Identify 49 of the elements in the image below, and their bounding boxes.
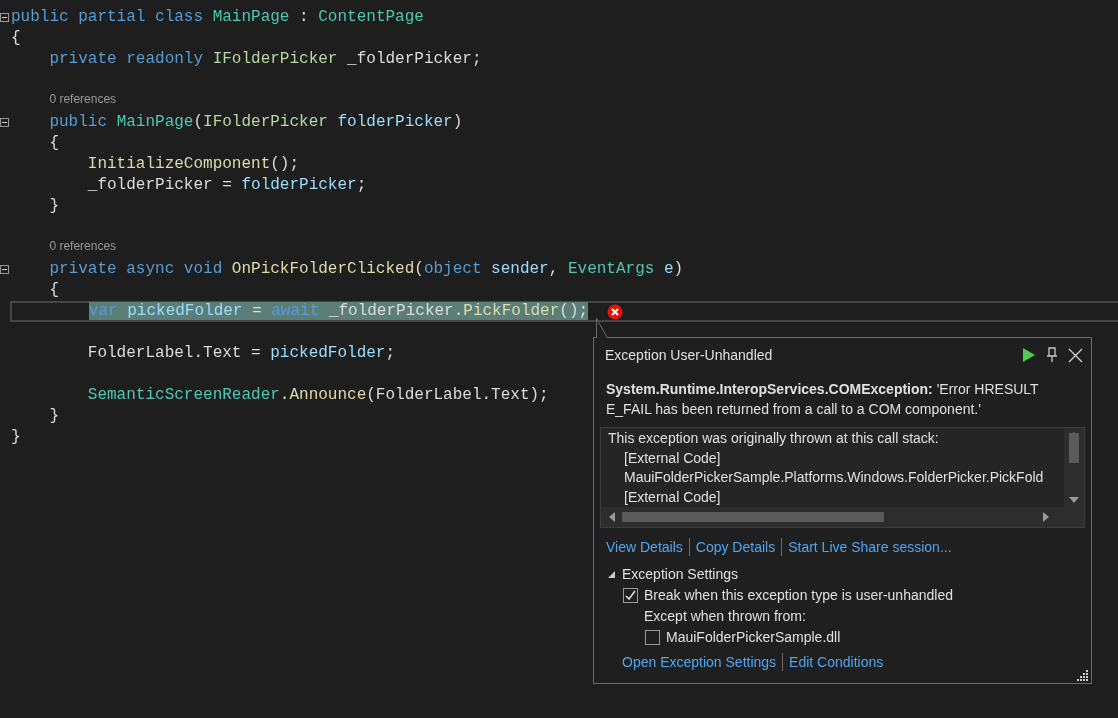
popup-title: Exception User-Unhandled bbox=[605, 345, 774, 365]
code-line: public partial class MainPage : ContentPage bbox=[11, 7, 424, 28]
call-stack-line: MauiFolderPickerSample.Platforms.Windows.FolderPicker.PickFold bbox=[623, 468, 1045, 487]
error-icon[interactable] bbox=[607, 303, 624, 320]
code-line: public MainPage(IFolderPicker folderPicker) bbox=[48, 112, 463, 133]
scroll-left-icon[interactable] bbox=[608, 511, 616, 523]
play-icon[interactable] bbox=[1022, 347, 1036, 363]
code-line: private readonly IFolderPicker _folderPicker; bbox=[48, 49, 482, 70]
scrollbar-thumb[interactable] bbox=[1069, 432, 1079, 463]
call-stack-line: This exception was originally thrown at this call stack: bbox=[608, 429, 940, 448]
code-line: SemanticScreenReader.Announce(FolderLabel.Text); bbox=[86, 385, 549, 406]
code-line: { bbox=[11, 28, 21, 49]
code-line: } bbox=[48, 406, 59, 427]
code-line: private async void OnPickFolderClicked(object sender, EventArgs e) bbox=[48, 259, 684, 280]
scroll-down-icon[interactable] bbox=[1068, 496, 1080, 504]
horizontal-scrollbar[interactable] bbox=[601, 507, 1084, 527]
code-line: _folderPicker = folderPicker; bbox=[86, 175, 367, 196]
link[interactable]: Edit Conditions bbox=[789, 651, 884, 673]
code-line: InitializeComponent(); bbox=[86, 154, 300, 175]
link[interactable]: Start Live Share session... bbox=[788, 536, 952, 558]
scroll-right-icon[interactable] bbox=[1042, 511, 1050, 523]
link[interactable]: Copy Details bbox=[695, 536, 776, 558]
resize-grip-icon[interactable] bbox=[1077, 669, 1089, 681]
vertical-scrollbar[interactable] bbox=[1064, 428, 1084, 507]
collapse-icon[interactable] bbox=[0, 265, 9, 274]
code-line: } bbox=[48, 196, 59, 217]
close-icon[interactable] bbox=[1068, 347, 1083, 363]
code-line: FolderLabel.Text = pickedFolder; bbox=[86, 343, 396, 364]
references-link[interactable]: 0 references bbox=[49, 236, 117, 261]
collapse-icon[interactable] bbox=[0, 13, 9, 22]
references-link[interactable]: 0 references bbox=[49, 89, 117, 114]
section-label: Except when thrown from: bbox=[643, 607, 807, 626]
checkbox-label: Break when this exception type is user-unhandled bbox=[644, 586, 953, 605]
checkbox[interactable] bbox=[623, 588, 638, 603]
call-stack-line: [External Code] bbox=[623, 448, 722, 468]
pin-icon[interactable] bbox=[1046, 347, 1058, 363]
collapse-icon[interactable] bbox=[0, 118, 9, 127]
expander-icon[interactable] bbox=[607, 569, 616, 579]
link[interactable]: View Details bbox=[606, 536, 683, 558]
scrollbar-thumb[interactable] bbox=[622, 512, 884, 522]
section-title: Exception Settings bbox=[622, 564, 738, 584]
code-line: { bbox=[48, 133, 59, 154]
code-line: { bbox=[48, 280, 59, 301]
checkbox-label: MauiFolderPickerSample.dll bbox=[666, 628, 841, 647]
call-stack-line: [External Code] bbox=[623, 487, 722, 507]
link[interactable]: Open Exception Settings bbox=[622, 651, 777, 673]
checkbox[interactable] bbox=[645, 630, 660, 645]
exception-message: System.Runtime.InteropServices.COMException: 'Error HRESULT E_FAIL has been returned from a call to a COM component.' bbox=[605, 380, 1040, 419]
code-line: } bbox=[11, 427, 21, 448]
